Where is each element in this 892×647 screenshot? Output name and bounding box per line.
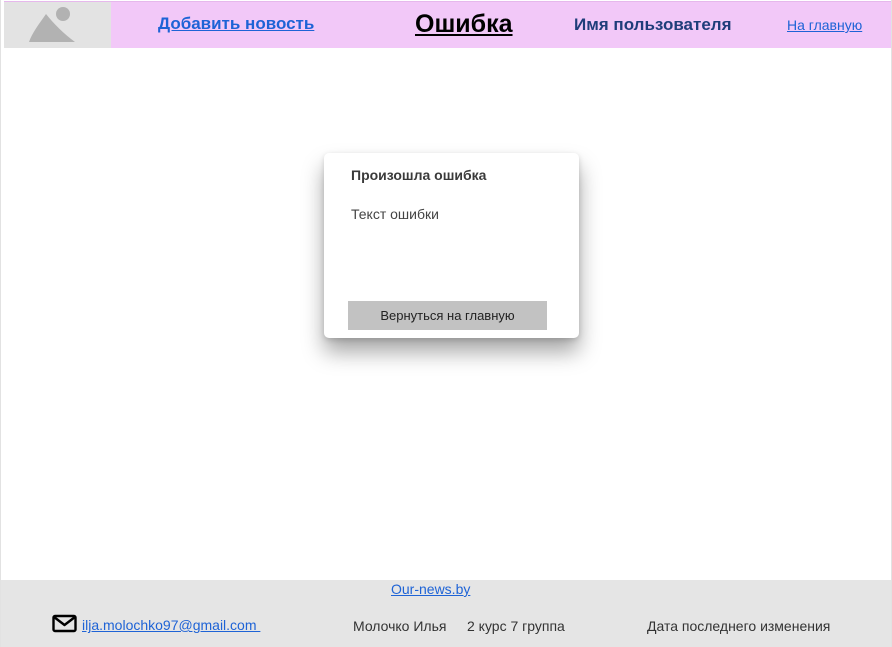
last-modified-label: Дата последнего изменения [647, 618, 831, 634]
site-link[interactable]: Our-news.by [391, 581, 470, 597]
page-title: Ошибка [415, 10, 513, 38]
author-group: 2 курс 7 группа [467, 618, 565, 634]
logo[interactable] [4, 2, 111, 48]
error-dialog: Произошла ошибка Текст ошибки Вернуться … [324, 153, 579, 338]
return-home-button[interactable]: Вернуться на главную [348, 301, 547, 330]
author-name: Молочко Илья [353, 618, 447, 634]
email-link[interactable]: ilja.molochko97@gmail.com [82, 617, 260, 633]
user-name[interactable]: Имя пользователя [574, 15, 732, 35]
home-link[interactable]: На главную [787, 17, 862, 33]
error-message: Текст ошибки [351, 206, 439, 222]
footer: Our-news.by ilja.molochko97@gmail.com Мо… [1, 580, 891, 647]
add-news-link[interactable]: Добавить новость [158, 14, 314, 34]
envelope-icon [52, 614, 78, 639]
header-bar: Добавить новость Ошибка Имя пользователя… [4, 1, 891, 48]
error-dialog-title: Произошла ошибка [351, 167, 487, 183]
image-placeholder-icon [29, 7, 75, 42]
